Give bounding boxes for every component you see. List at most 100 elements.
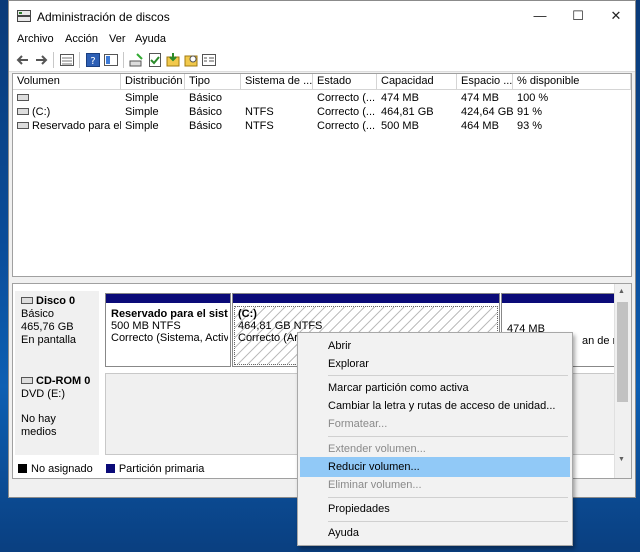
import-icon[interactable]: [165, 52, 181, 68]
disk-0-info[interactable]: Disco 0 Básico 465,76 GB En pantalla: [15, 291, 99, 375]
menu-item-abrir[interactable]: Abrir: [300, 336, 570, 356]
table-cell: 93 %: [517, 120, 543, 132]
partition-text: Reservado para el sistem 500 MB NTFS Cor…: [111, 308, 228, 344]
table-cell-volumen: (C:): [13, 105, 121, 119]
cdrom-0-info[interactable]: CD-ROM 0 DVD (E:) No hay medios: [15, 371, 99, 455]
disk-type: DVD (E:): [21, 388, 65, 400]
table-cell: Simple: [125, 120, 159, 132]
table-cell: 424,64 GB: [461, 106, 513, 118]
column-header-espacio[interactable]: Espacio ...: [457, 74, 513, 90]
menu-item-ayuda[interactable]: Ayuda: [300, 523, 570, 543]
disk-type: Básico: [21, 308, 55, 320]
column-header-volumen[interactable]: Volumen: [13, 74, 121, 90]
table-cell: Simple: [125, 92, 159, 104]
volume-name: (C:): [32, 106, 51, 118]
table-cell: Correcto (...: [317, 120, 376, 132]
table-cell: NTFS: [245, 106, 274, 118]
settings-icon[interactable]: [201, 52, 217, 68]
legend-label: No asignado: [31, 463, 93, 475]
window-title: Administración de discos: [37, 10, 170, 24]
partition-system-reserved[interactable]: Reservado para el sistem 500 MB NTFS Cor…: [105, 293, 231, 367]
partition-status: Correcto (Sistema, Activo, P: [111, 332, 228, 344]
table-cell-volumen: Reservado para el ...: [13, 119, 121, 133]
table-cell: Simple: [125, 106, 159, 118]
rescan-icon[interactable]: [129, 52, 145, 68]
legend-swatch-primary: [105, 463, 115, 473]
drive-icon: [17, 121, 29, 129]
drive-icon: [17, 93, 29, 101]
menu-archivo[interactable]: Archivo: [17, 33, 54, 45]
menu-separator: [328, 497, 568, 498]
hard-disk-icon: [21, 296, 33, 304]
partition-name: Reservado para el sistem: [111, 308, 228, 320]
column-header-sistema[interactable]: Sistema de ...: [241, 74, 313, 90]
disk-size: 465,76 GB: [21, 321, 74, 333]
disk-status: No hay medios: [21, 413, 57, 438]
title-bar: Administración de discos — ☐ ✕: [9, 1, 635, 31]
disk-name: Disco 0: [36, 295, 76, 307]
menu-ayuda[interactable]: Ayuda: [135, 33, 166, 45]
properties-icon[interactable]: [183, 52, 199, 68]
toolbar-separator: [53, 52, 54, 68]
menu-item-marcar-activa[interactable]: Marcar partición como activa: [300, 378, 570, 398]
menu-separator: [328, 436, 568, 437]
cdrom-icon: [21, 376, 33, 384]
table-cell: [241, 91, 313, 105]
view-icon[interactable]: [103, 52, 119, 68]
primary-partition-bar: [106, 294, 230, 303]
drive-icon: [17, 107, 29, 115]
table-cell: 100 %: [517, 92, 549, 104]
toolbar-separator: [123, 52, 124, 68]
scroll-up-icon[interactable]: ▲: [618, 288, 625, 295]
disk-list-icon[interactable]: [59, 52, 75, 68]
column-header-distribucion[interactable]: Distribución: [121, 74, 185, 90]
table-cell: 464 MB: [461, 120, 499, 132]
table-cell: Correcto (...: [317, 106, 376, 118]
menu-separator: [328, 375, 568, 376]
table-cell: Básico: [189, 120, 223, 132]
menu-item-formatear: Formatear...: [328, 418, 388, 430]
menu-item-eliminar: Eliminar volumen...: [328, 479, 422, 491]
volume-name: Reservado para el ...: [32, 120, 121, 132]
column-header-tipo[interactable]: Tipo: [185, 74, 241, 90]
back-arrow-icon[interactable]: [15, 52, 31, 68]
toolbar-separator: [79, 52, 80, 68]
table-cell: 474 MB: [461, 92, 499, 104]
vertical-scrollbar[interactable]: ▲ ▼: [614, 284, 631, 478]
legend-label: Partición primaria: [118, 463, 205, 475]
volume-list[interactable]: Volumen Distribución Tipo Sistema de ...…: [12, 73, 632, 277]
table-cell: 474 MB: [381, 92, 419, 104]
help-icon[interactable]: ?: [85, 52, 101, 68]
primary-partition-bar: [502, 294, 624, 303]
svg-text:?: ?: [90, 56, 95, 67]
menu-item-cambiar-letra[interactable]: Cambiar la letra y rutas de acceso de un…: [300, 396, 570, 416]
menu-accion[interactable]: Acción: [65, 33, 98, 45]
disk-status: En pantalla: [21, 334, 77, 346]
column-header-estado[interactable]: Estado: [313, 74, 377, 90]
table-cell: 464,81 GB: [381, 106, 434, 118]
disk-management-icon: [17, 10, 31, 22]
menu-item-explorar[interactable]: Explorar: [300, 354, 570, 374]
forward-arrow-icon[interactable]: [33, 52, 49, 68]
table-cell: 500 MB: [381, 120, 419, 132]
check-icon[interactable]: [147, 52, 163, 68]
partition-size: 464,81 GB NTFS: [238, 320, 323, 332]
table-cell-volumen: [13, 91, 121, 105]
menu-item-extender: Extender volumen...: [328, 443, 426, 455]
menu-ver[interactable]: Ver: [109, 33, 126, 45]
menu-item-reducir[interactable]: Reducir volumen...: [300, 457, 570, 477]
legend: No asignado Partición primaria: [12, 461, 302, 477]
scroll-down-icon[interactable]: ▼: [618, 456, 625, 463]
scrollbar-thumb[interactable]: [617, 302, 628, 402]
context-menu: Abrir Explorar Marcar partición como act…: [297, 332, 573, 546]
menu-separator: [328, 521, 568, 522]
close-button[interactable]: ✕: [593, 1, 639, 31]
column-header-capacidad[interactable]: Capacidad: [377, 74, 457, 90]
table-cell: Básico: [189, 106, 223, 118]
table-cell: Básico: [189, 92, 223, 104]
partition-name: (C:): [238, 308, 257, 320]
menu-item-propiedades[interactable]: Propiedades: [300, 499, 570, 519]
table-cell: Correcto (...: [317, 92, 376, 104]
toolbar: ?: [9, 49, 635, 72]
column-header-disponible[interactable]: % disponible: [513, 74, 631, 90]
